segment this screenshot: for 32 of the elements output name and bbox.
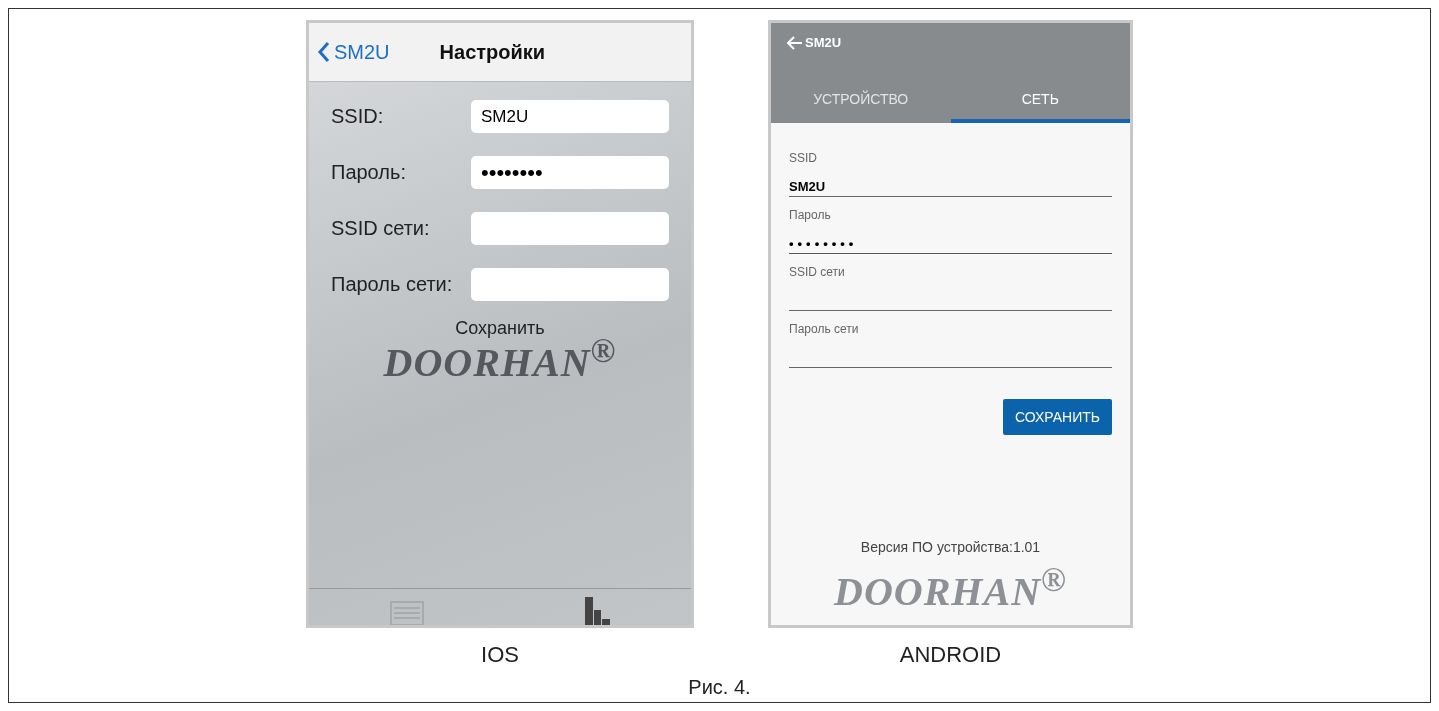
input-field[interactable] [471,268,669,301]
save-button[interactable]: СОХРАНИТЬ [1002,399,1112,435]
input-field[interactable]: SSID SM2U [789,151,1112,197]
input-field[interactable] [471,212,669,245]
figure-caption: Рис. 4. [688,676,751,699]
brand-logo: DOORHAN$^{®}$ [832,560,1068,615]
version-text: Версия ПО устройства:1.01 [860,538,1041,555]
figure-label: ANDROID [899,642,1002,668]
field-label: SSID [789,151,817,165]
garage-door-icon[interactable] [389,601,424,625]
input-field[interactable]: Пароль •••••••• [789,208,1112,254]
input-field[interactable]: SSID сети [789,265,1112,311]
field-label: Пароль [789,208,831,222]
input-field[interactable]: SM2U [471,100,669,133]
field-label: SSID сети: [331,217,430,240]
field-label: SSID: [331,105,384,128]
figure-label: IOS [481,642,519,668]
bar-chart-icon[interactable] [584,597,611,625]
chevron-left-icon [317,41,330,63]
input-field[interactable]: •••••••• [471,156,669,189]
back-button[interactable]: SM2U [317,40,390,64]
field-label: Пароль сети [789,322,859,336]
field-value: •••••••• [789,236,858,251]
field-label: Пароль: [331,161,406,184]
screen-title: Настройки [439,40,546,64]
tab[interactable]: СЕТЬ [950,79,1130,123]
field-label: SSID сети [789,265,845,279]
field-value: SM2U [789,179,826,194]
input-field[interactable]: Пароль сети [789,322,1112,368]
arrow-left-icon [787,35,803,50]
field-label: Пароль сети: [331,273,453,296]
back-button[interactable]: SM2U [771,23,858,62]
